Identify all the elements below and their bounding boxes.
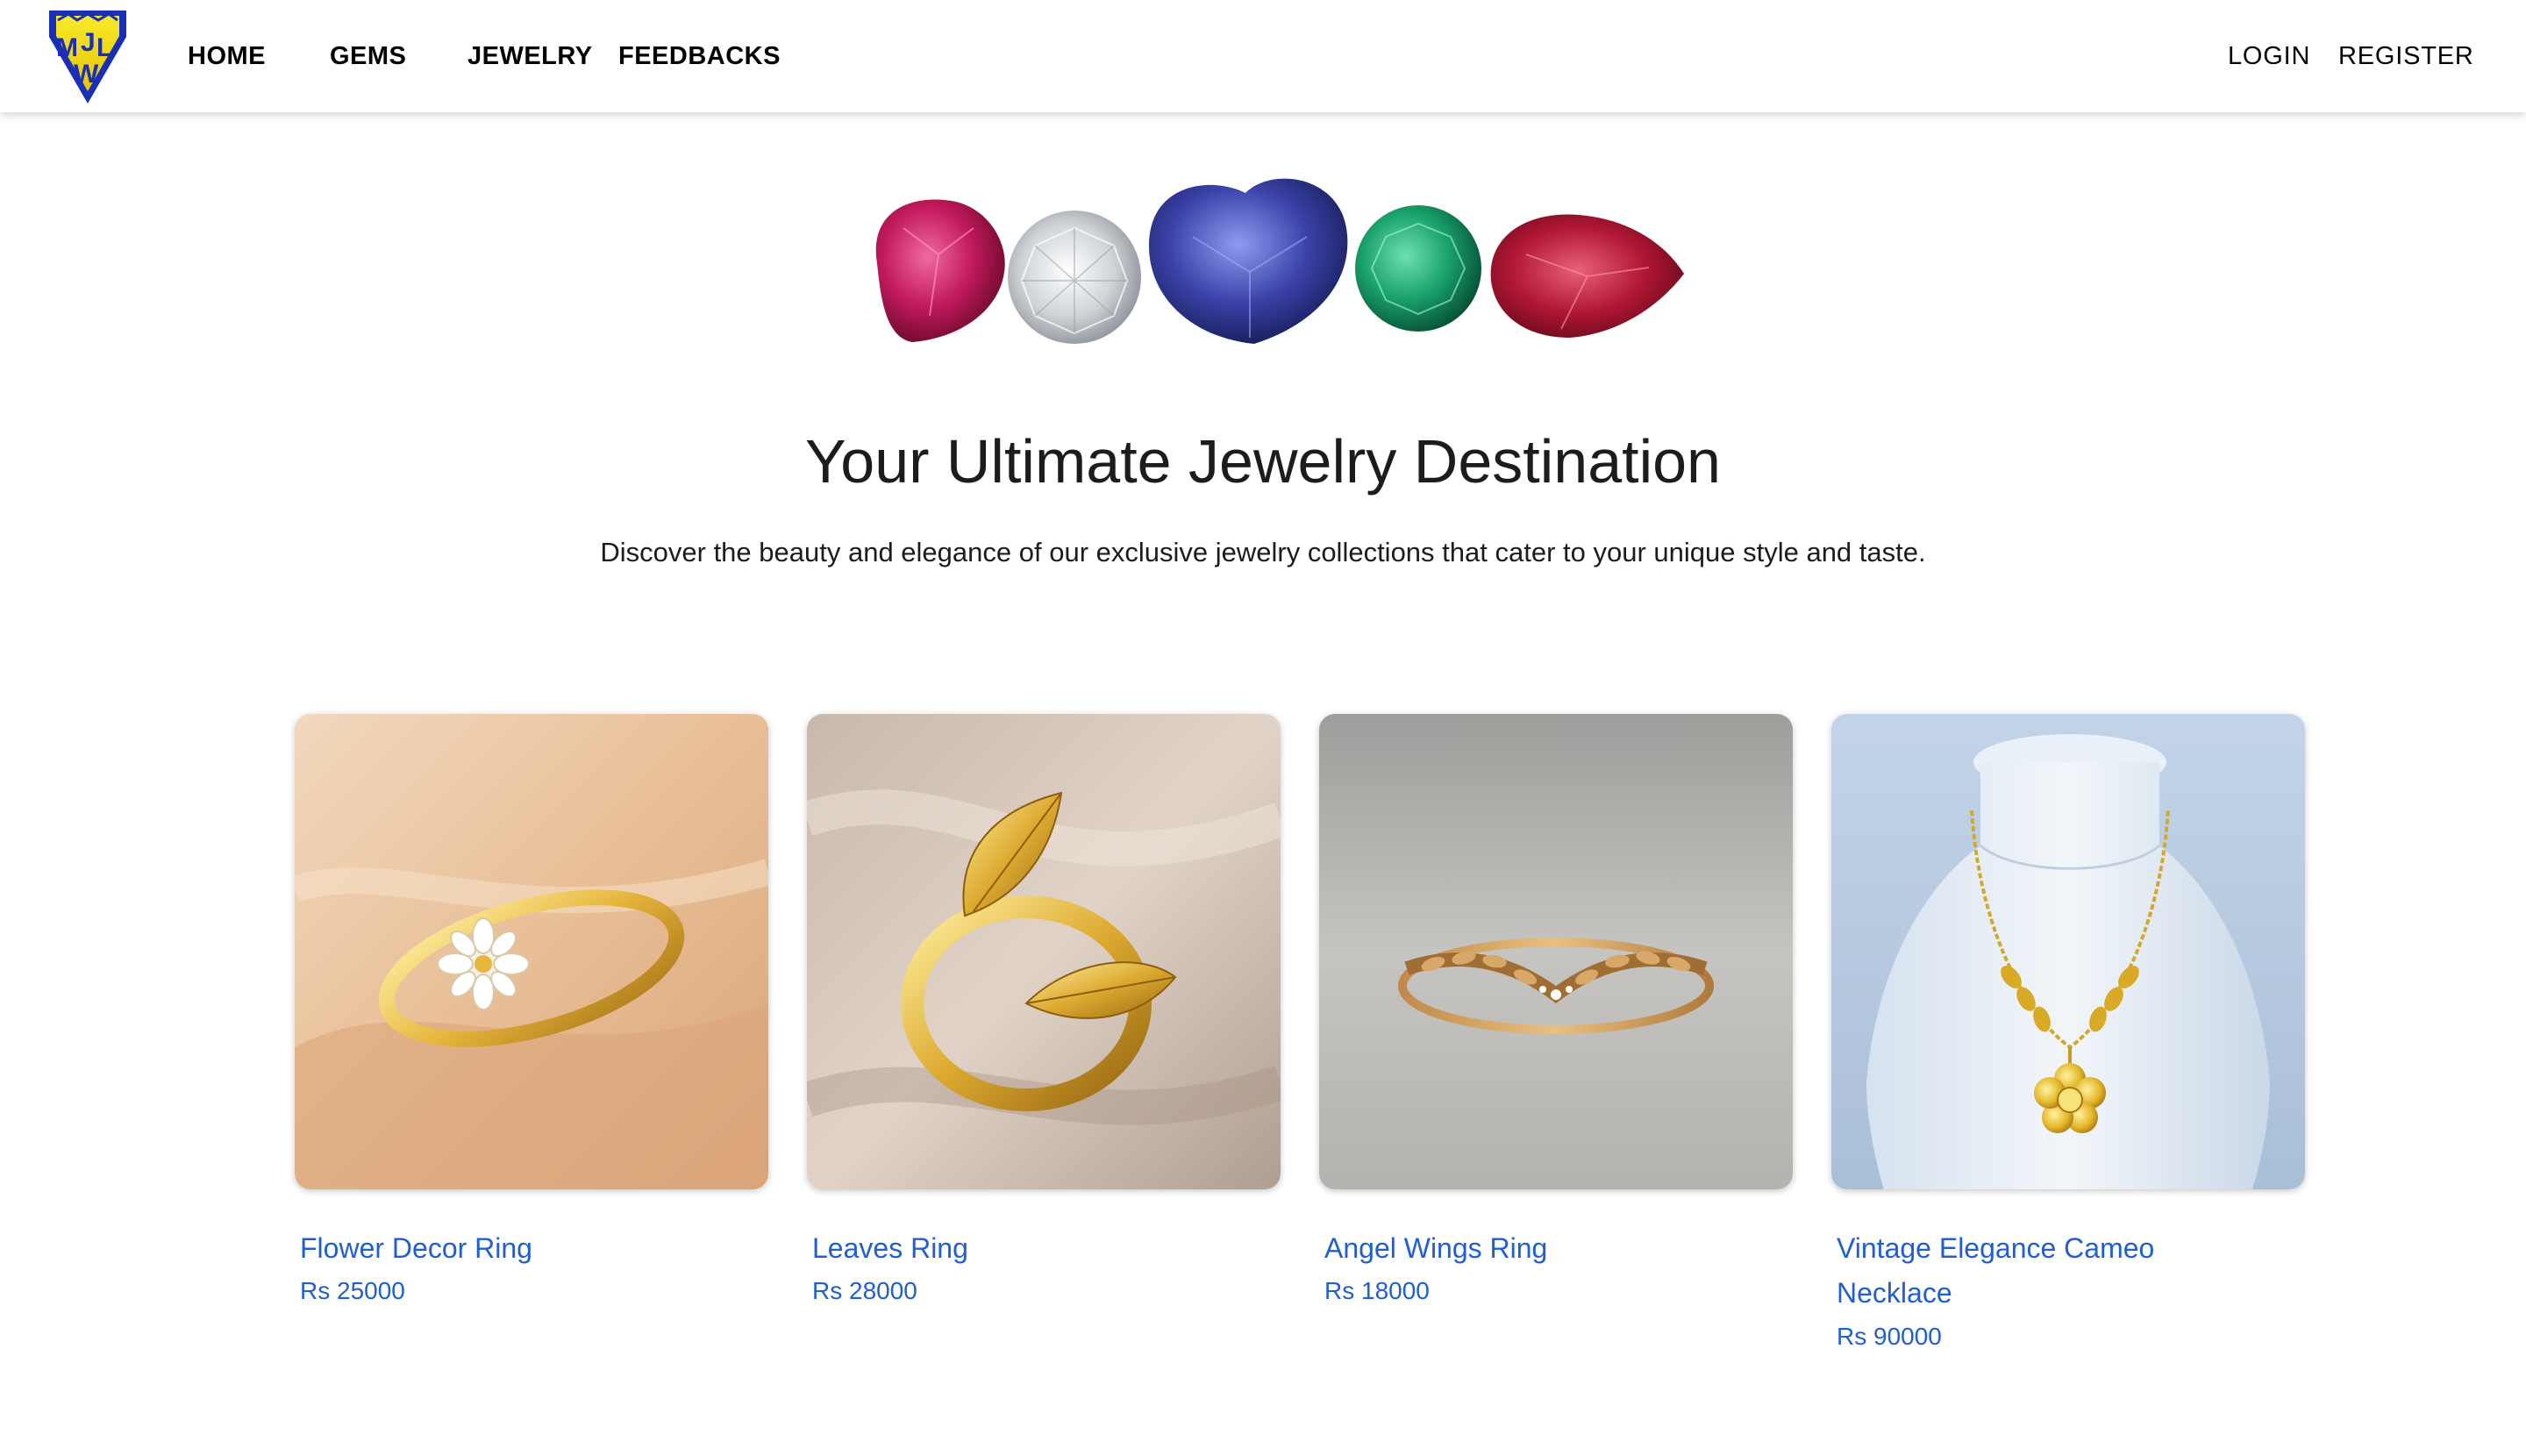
product-price: Rs 28000 xyxy=(812,1277,917,1304)
svg-text:W: W xyxy=(74,60,99,89)
product-image-angel-wings-ring[interactable] xyxy=(1319,714,1793,1189)
hero-gems-image xyxy=(875,178,1684,344)
top-navbar: M J L W HOME GEMS JEWELRY FEEDBACKS LOGI… xyxy=(0,0,2526,112)
product-price: Rs 18000 xyxy=(1324,1277,1430,1304)
svg-text:J: J xyxy=(81,28,96,57)
product-price: Rs 25000 xyxy=(300,1277,405,1304)
product-name[interactable]: Flower Decor Ring xyxy=(295,1226,677,1271)
product-name[interactable]: Vintage Elegance Cameo Necklace xyxy=(1831,1226,2214,1316)
hero-title: Your Ultimate Jewelry Destination xyxy=(805,427,1721,496)
svg-text:M: M xyxy=(56,33,78,62)
nav-jewelry-link[interactable]: JEWELRY xyxy=(467,42,593,71)
brand-logo[interactable]: M J L W xyxy=(42,7,133,107)
hero-subtitle: Discover the beauty and elegance of our … xyxy=(600,537,1926,567)
product-name[interactable]: Angel Wings Ring xyxy=(1319,1226,1702,1271)
nav-gems-link[interactable]: GEMS xyxy=(330,42,406,71)
product-card-flower-decor-ring[interactable]: Flower Decor Ring Rs 25000 xyxy=(295,714,770,1304)
login-link[interactable]: LOGIN xyxy=(2228,42,2310,71)
product-image-flower-ring[interactable] xyxy=(295,714,768,1189)
nav-home-link[interactable]: HOME xyxy=(188,42,266,71)
svg-text:L: L xyxy=(96,33,112,62)
product-name[interactable]: Leaves Ring xyxy=(807,1226,1189,1271)
product-image-leaves-ring[interactable] xyxy=(807,714,1281,1189)
product-image-cameo-necklace[interactable] xyxy=(1831,714,2305,1189)
register-link[interactable]: REGISTER xyxy=(2338,42,2474,71)
product-card-angel-wings-ring[interactable]: Angel Wings Ring Rs 18000 xyxy=(1319,714,1795,1304)
product-card-leaves-ring[interactable]: Leaves Ring Rs 28000 xyxy=(807,714,1282,1304)
product-price: Rs 90000 xyxy=(1837,1323,1942,1350)
product-card-cameo-necklace[interactable]: Vintage Elegance Cameo Necklace Rs 90000 xyxy=(1831,714,2307,1350)
nav-feedbacks-link[interactable]: FEEDBACKS xyxy=(618,42,781,71)
